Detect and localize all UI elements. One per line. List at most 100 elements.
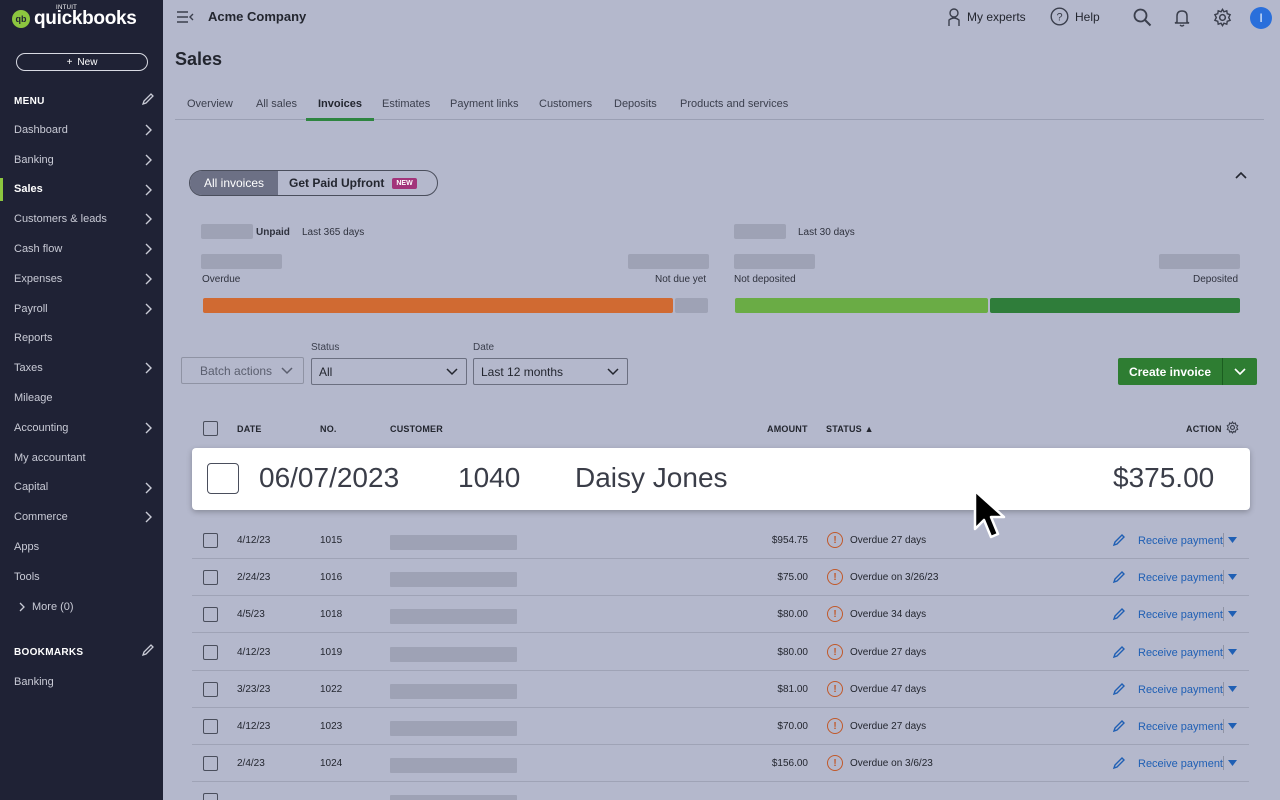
batch-actions-dropdown[interactable]: Batch actions <box>181 357 304 384</box>
receive-payment-link[interactable]: Receive payment <box>1138 609 1223 621</box>
table-row[interactable]: 2/24/23 1016 $75.00! Overdue on 3/26/23 Rece… <box>192 559 1249 596</box>
tab-deposits[interactable]: Deposits <box>614 98 657 120</box>
sidebar-item-dashboard[interactable]: Dashboard <box>0 115 163 145</box>
sidebar-item-tools[interactable]: Tools <box>0 562 163 592</box>
receive-payment-link[interactable]: Receive payment <box>1138 721 1223 733</box>
tab-invoices[interactable]: Invoices <box>305 98 375 121</box>
tab-estimates[interactable]: Estimates <box>382 98 430 120</box>
my-experts-button[interactable]: My experts <box>947 7 1026 27</box>
row-checkbox[interactable] <box>203 793 218 800</box>
amount-column-header[interactable]: AMOUNT <box>767 424 808 434</box>
menu-toggle-icon[interactable] <box>176 9 194 25</box>
edit-pencil-icon[interactable] <box>1112 719 1126 733</box>
edit-pencil-icon[interactable] <box>1112 570 1126 584</box>
company-name[interactable]: Acme Company <box>208 9 306 24</box>
sidebar-item-commerce[interactable]: Commerce <box>0 502 163 532</box>
settings-gear-icon[interactable] <box>1213 8 1232 27</box>
tab-payment-links[interactable]: Payment links <box>450 98 518 120</box>
sidebar-more-label: More (0) <box>32 600 74 613</box>
edit-pencil-icon[interactable] <box>1112 756 1126 770</box>
table-row[interactable]: 4/12/23 1019 $80.00! Overdue 27 days Receive… <box>192 634 1249 671</box>
sidebar-item-accounting[interactable]: Accounting <box>0 413 163 443</box>
row-action-dropdown[interactable] <box>1223 570 1237 584</box>
table-row[interactable]: 4/5/23 1018 $80.00! Overdue 34 days Receive … <box>192 596 1249 633</box>
collapse-chevron-up-icon[interactable] <box>1234 168 1248 182</box>
row-checkbox[interactable] <box>203 570 218 585</box>
table-row[interactable]: 2/4/23 1024 $156.00! Overdue on 3/6/23 Recei… <box>192 745 1249 782</box>
paid-progress-bar[interactable] <box>735 298 1240 313</box>
tab-overview[interactable]: Overview <box>187 98 233 120</box>
create-invoice-dropdown[interactable] <box>1223 358 1257 385</box>
sidebar-item-reports[interactable]: Reports <box>0 324 163 354</box>
tab-all-sales[interactable]: All sales <box>256 98 297 120</box>
row-checkbox[interactable] <box>203 607 218 622</box>
avatar[interactable]: I <box>1250 7 1272 29</box>
date-column-header[interactable]: DATE <box>237 424 262 434</box>
row-action-dropdown[interactable] <box>1223 533 1237 547</box>
sidebar-item-my-accountant[interactable]: My accountant <box>0 443 163 473</box>
sidebar-item-mileage[interactable]: Mileage <box>0 383 163 413</box>
table-row[interactable] <box>192 782 1249 800</box>
sidebar-item-payroll[interactable]: Payroll <box>0 294 163 324</box>
edit-pencil-icon[interactable] <box>1112 682 1126 696</box>
sidebar-item-apps[interactable]: Apps <box>0 532 163 562</box>
sidebar-item-cash-flow[interactable]: Cash flow <box>0 234 163 264</box>
all-invoices-toggle[interactable]: All invoices <box>190 171 278 195</box>
sidebar-more[interactable]: More (0) <box>0 592 163 622</box>
receive-payment-link[interactable]: Receive payment <box>1138 535 1223 547</box>
table-row[interactable]: 4/12/23 1023 $70.00! Overdue 27 days Receive… <box>192 708 1249 745</box>
customer-column-header[interactable]: CUSTOMER <box>390 424 443 434</box>
row-checkbox[interactable] <box>203 682 218 697</box>
edit-pencil-icon[interactable] <box>1112 607 1126 621</box>
row-checkbox[interactable] <box>203 756 218 771</box>
sidebar-item-taxes[interactable]: Taxes <box>0 353 163 383</box>
my-experts-label: My experts <box>967 10 1026 24</box>
tab-customers[interactable]: Customers <box>539 98 592 120</box>
get-paid-upfront-toggle[interactable]: Get Paid Upfront NEW <box>278 171 437 195</box>
row-checkbox[interactable] <box>207 463 239 494</box>
row-checkbox[interactable] <box>203 719 218 734</box>
row-action-dropdown[interactable] <box>1223 645 1237 659</box>
create-invoice-button[interactable]: Create invoice <box>1118 358 1223 385</box>
row-action-dropdown[interactable] <box>1223 719 1237 733</box>
edit-bookmarks-icon[interactable] <box>141 643 155 657</box>
bookmark-banking[interactable]: Banking <box>0 667 163 697</box>
table-row[interactable]: 4/12/23 1015 $954.75! Overdue 27 days Receiv… <box>192 522 1249 559</box>
warning-icon: ! <box>827 569 843 585</box>
get-paid-upfront-label: Get Paid Upfront <box>289 176 385 190</box>
sidebar-item-expenses[interactable]: Expenses <box>0 264 163 294</box>
table-row[interactable]: 3/23/23 1022 $81.00! Overdue 47 days Receive… <box>192 671 1249 708</box>
chevron-right-icon <box>145 362 152 374</box>
unpaid-progress-bar[interactable] <box>203 298 708 313</box>
help-button[interactable]: ? Help <box>1050 7 1100 26</box>
status-column-header[interactable]: STATUS ▲ <box>826 424 874 434</box>
number-column-header[interactable]: NO. <box>320 424 337 434</box>
edit-menu-icon[interactable] <box>141 92 155 106</box>
edit-pencil-icon[interactable] <box>1112 645 1126 659</box>
receive-payment-link[interactable]: Receive payment <box>1138 647 1223 659</box>
tab-products-services[interactable]: Products and services <box>680 98 788 120</box>
search-icon[interactable] <box>1133 8 1152 27</box>
select-all-checkbox[interactable] <box>203 421 218 436</box>
row-checkbox[interactable] <box>203 533 218 548</box>
receive-payment-link[interactable]: Receive payment <box>1138 572 1223 584</box>
sidebar-item-capital[interactable]: Capital <box>0 473 163 503</box>
notification-bell-icon[interactable] <box>1174 8 1190 27</box>
status-filter-select[interactable]: All <box>311 358 467 385</box>
highlighted-invoice-row[interactable]: 06/07/2023 1040 Daisy Jones $375.00 <box>192 448 1250 510</box>
row-checkbox[interactable] <box>203 645 218 660</box>
sidebar-item-sales[interactable]: Sales <box>0 175 163 205</box>
receive-payment-link[interactable]: Receive payment <box>1138 758 1223 770</box>
date-filter-select[interactable]: Last 12 months <box>473 358 628 385</box>
table-settings-gear-icon[interactable] <box>1226 421 1239 434</box>
sidebar-item-label: Expenses <box>14 272 63 285</box>
sidebar-item-customers-leads[interactable]: Customers & leads <box>0 204 163 234</box>
receive-payment-link[interactable]: Receive payment <box>1138 684 1223 696</box>
new-button[interactable]: + New <box>16 53 148 71</box>
row-action-dropdown[interactable] <box>1223 756 1237 770</box>
edit-pencil-icon[interactable] <box>1112 533 1126 547</box>
row-action-dropdown[interactable] <box>1223 607 1237 621</box>
sidebar-item-banking[interactable]: Banking <box>0 145 163 175</box>
quickbooks-logo[interactable]: qb INTUIT quickbooks <box>12 5 137 30</box>
row-action-dropdown[interactable] <box>1223 682 1237 696</box>
